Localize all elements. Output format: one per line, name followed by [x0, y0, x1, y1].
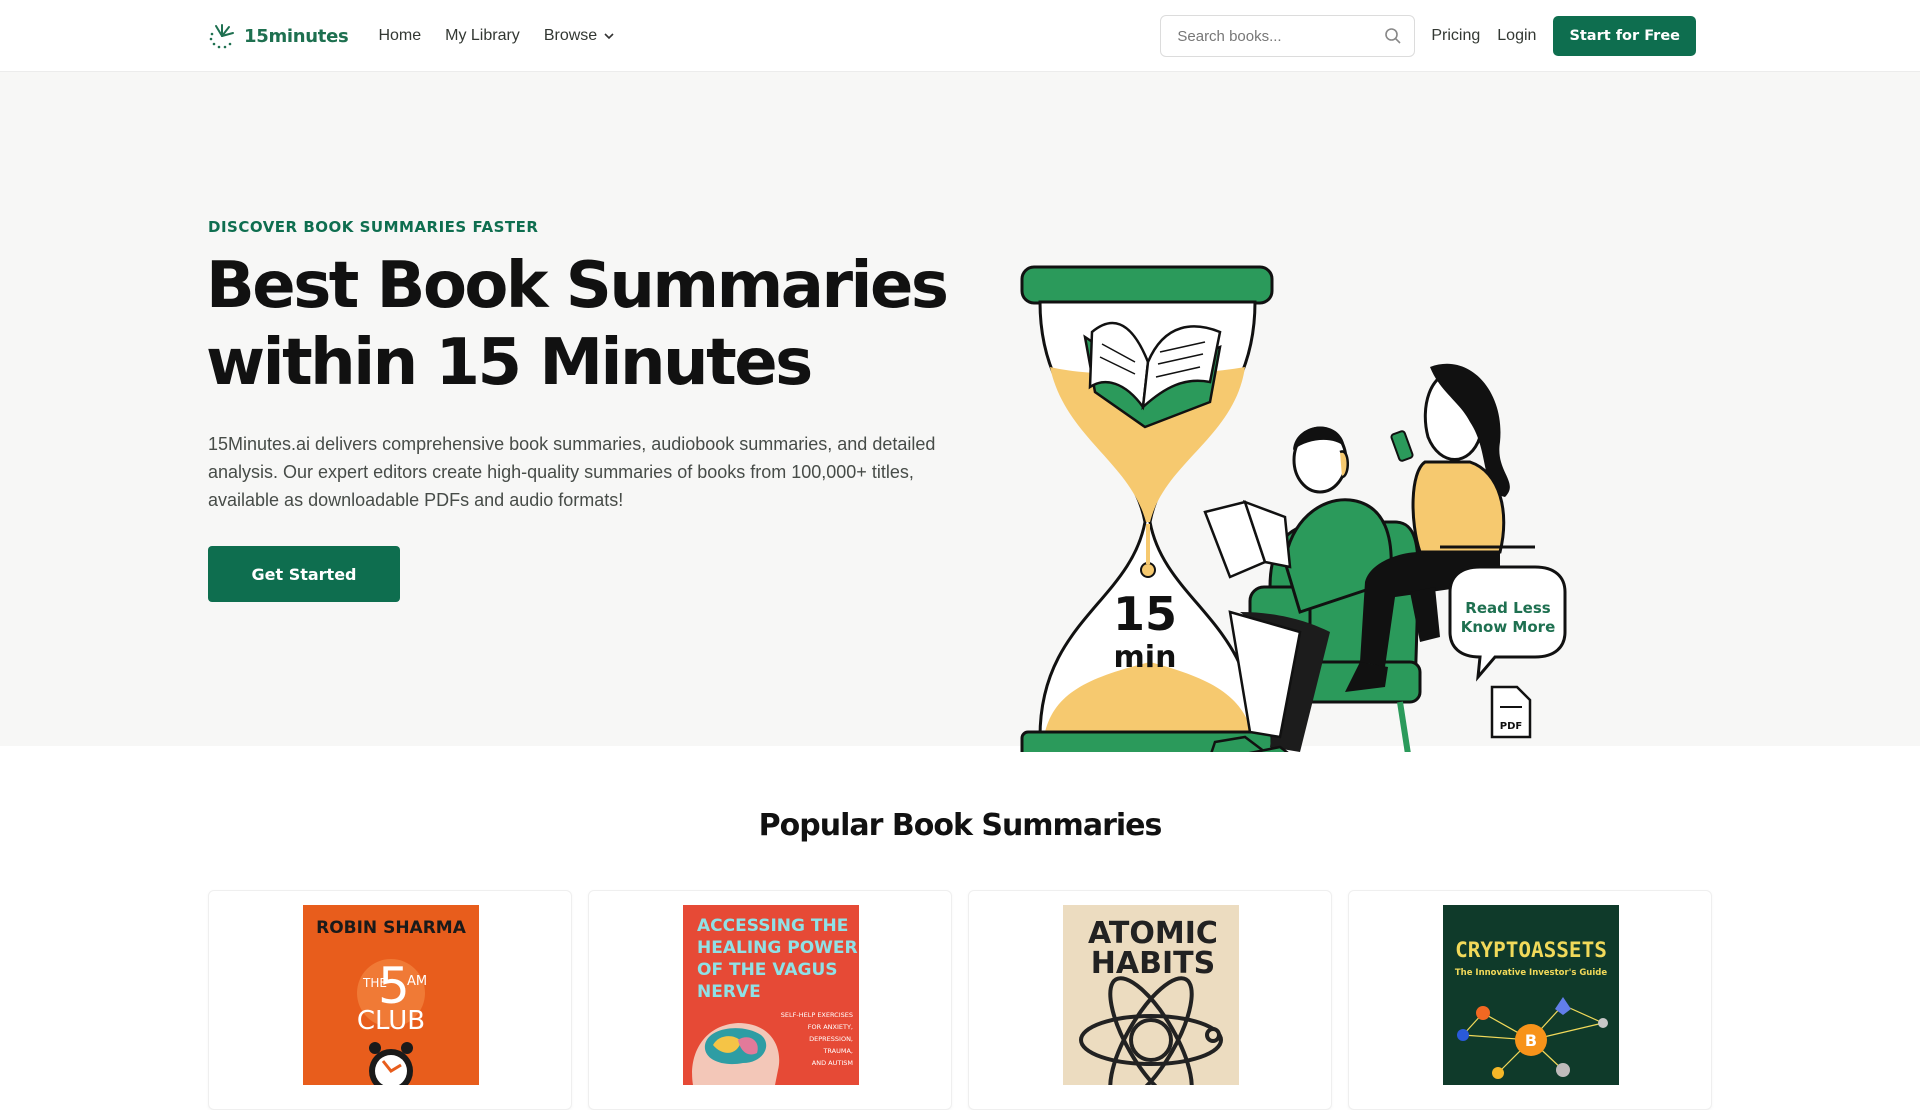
- book-title-sup: AM: [407, 974, 427, 989]
- nav-home-link[interactable]: Home: [378, 27, 421, 45]
- book-cover-atomic-habits[interactable]: ATOMIC HABITS: [1063, 905, 1239, 1085]
- book-title-line1: ACCESSING THE: [697, 916, 848, 936]
- hero-illustration: 15 min Read Less Know More PDF: [1020, 265, 1567, 752]
- nav-login-link[interactable]: Login: [1497, 27, 1536, 45]
- navbar-inner: 15minutes Home My Library Browse Pricing…: [208, 0, 1696, 72]
- book-card[interactable]: ACCESSING THE HEALING POWER OF THE VAGUS…: [588, 890, 952, 1110]
- nav-my-library-link[interactable]: My Library: [445, 27, 520, 45]
- hero-title-line2: within 15 Minutes: [206, 326, 813, 400]
- nav-pricing-link[interactable]: Pricing: [1431, 27, 1480, 45]
- start-for-free-button[interactable]: Start for Free: [1553, 16, 1696, 56]
- nav-browse-dropdown[interactable]: Browse: [544, 27, 615, 45]
- book-title-line4: NERVE: [697, 982, 761, 1002]
- book-cover-cryptoassets[interactable]: CRYPTOASSETS The Innovative Investor's G…: [1443, 905, 1619, 1085]
- book-subtitle-line5: AND AUTISM: [812, 1059, 853, 1067]
- pdf-label: PDF: [1500, 721, 1522, 732]
- hero-eyebrow: DISCOVER BOOK SUMMARIES FASTER: [208, 218, 539, 236]
- book-card[interactable]: ATOMIC HABITS: [968, 890, 1332, 1110]
- book-subtitle-line3: DEPRESSION,: [809, 1035, 853, 1043]
- book-subtitle-line2: FOR ANXIETY,: [808, 1023, 853, 1031]
- hero-title-line1: Best Book Summaries: [206, 249, 949, 323]
- book-title-bottom: CLUB: [357, 1006, 425, 1036]
- svg-text:B: B: [1525, 1031, 1537, 1050]
- timer-unit: min: [1114, 640, 1177, 675]
- search-box[interactable]: [1160, 15, 1416, 57]
- book-card[interactable]: ROBIN SHARMA THE 5 AM CLUB: [208, 890, 572, 1110]
- hero-description: 15Minutes.ai delivers comprehensive book…: [208, 434, 936, 510]
- book-cover-5am-club[interactable]: ROBIN SHARMA THE 5 AM CLUB: [303, 905, 479, 1085]
- pdf-file-icon: PDF: [1490, 685, 1532, 739]
- logo-icon: [209, 24, 234, 49]
- book-subtitle-line1: SELF-HELP EXERCISES: [781, 1011, 853, 1019]
- nav-browse-label: Browse: [543, 27, 598, 44]
- top-navbar: 15minutes Home My Library Browse Pricing…: [0, 0, 1920, 72]
- speech-bubble: Read Less Know More: [1448, 565, 1567, 682]
- bubble-line1: Read Less: [1465, 599, 1550, 617]
- popular-section-title: Popular Book Summaries: [758, 808, 1163, 843]
- book-cover-vagus-nerve[interactable]: ACCESSING THE HEALING POWER OF THE VAGUS…: [683, 905, 859, 1085]
- book-author: ROBIN SHARMA: [316, 918, 467, 938]
- timer-number: 15: [1113, 587, 1177, 641]
- hero-section: DISCOVER BOOK SUMMARIES FASTER Best Book…: [0, 72, 1920, 752]
- book-title: CRYPTOASSETS: [1455, 938, 1607, 962]
- search-input[interactable]: [1177, 27, 1385, 45]
- hero-title: Best Book Summaries within 15 Minutes: [206, 248, 966, 402]
- book-card[interactable]: CRYPTOASSETS The Innovative Investor's G…: [1348, 890, 1712, 1110]
- bubble-line2: Know More: [1461, 618, 1556, 636]
- book-subtitle: The Innovative Investor's Guide: [1455, 968, 1608, 978]
- book-title-line2: HEALING POWER: [697, 938, 858, 958]
- book-subtitle-line4: TRAUMA,: [822, 1047, 853, 1055]
- search-icon[interactable]: [1384, 27, 1402, 45]
- book-title-line3: OF THE VAGUS: [697, 960, 838, 980]
- logo-text: 15minutes: [244, 25, 349, 47]
- get-started-button[interactable]: Get Started: [208, 546, 400, 602]
- book-cards-row: ROBIN SHARMA THE 5 AM CLUB ACCESSING THE…: [208, 890, 1712, 1110]
- chevron-down-icon: [604, 33, 614, 40]
- book-title-line2: HABITS: [1091, 946, 1215, 981]
- logo[interactable]: 15minutes: [208, 22, 349, 50]
